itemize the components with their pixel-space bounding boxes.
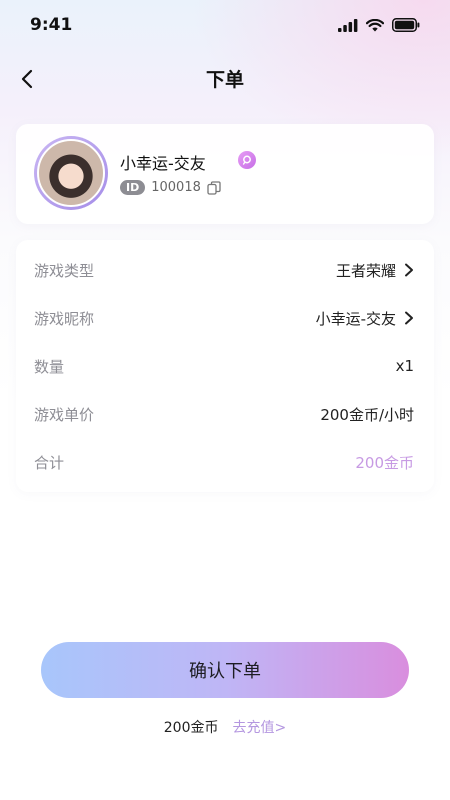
balance-amount: 200金币	[163, 720, 219, 736]
row-label: 数量	[34, 357, 65, 376]
status-icons	[338, 18, 420, 32]
row-value: 小幸运-交友	[316, 308, 414, 329]
avatar[interactable]	[34, 136, 108, 210]
row-game-type[interactable]: 游戏类型 王者荣耀	[16, 246, 434, 294]
chevron-left-icon	[21, 69, 33, 89]
game-type-value: 王者荣耀	[335, 261, 396, 280]
status-bar: 9:41	[0, 0, 450, 50]
row-total: 合计 200金币	[16, 438, 434, 486]
battery-icon	[392, 18, 420, 32]
row-label: 游戏单价	[34, 405, 95, 424]
recharge-link[interactable]: 去充值>	[233, 717, 287, 737]
profile-name: 小幸运-交友	[120, 154, 206, 173]
chevron-right-icon	[405, 311, 413, 325]
quantity-value: x1	[395, 357, 414, 375]
verified-badge-icon	[238, 151, 256, 169]
row-unit-price: 游戏单价 200金币/小时	[16, 390, 434, 438]
avatar-image	[37, 139, 105, 207]
id-tag: ID	[120, 180, 146, 195]
confirm-order-button[interactable]: 确认下单	[41, 642, 409, 698]
row-label: 游戏类型	[34, 261, 95, 280]
row-game-nickname[interactable]: 游戏昵称 小幸运-交友	[16, 294, 434, 342]
row-label: 合计	[34, 453, 65, 472]
row-value: 王者荣耀	[336, 260, 414, 281]
row-label: 游戏昵称	[34, 309, 95, 328]
profile-card: 小幸运-交友 ID 100018	[16, 124, 434, 224]
game-nickname-value: 小幸运-交友	[315, 309, 396, 328]
copy-icon[interactable]	[207, 180, 221, 195]
order-details-card: 游戏类型 王者荣耀 游戏昵称 小幸运-交友 数量 x1 游戏单价 200金币/小…	[16, 240, 434, 492]
nav-bar: 下单	[0, 56, 450, 100]
id-row: ID 100018	[120, 180, 221, 195]
total-value: 200金币	[355, 453, 414, 472]
page-title: 下单	[205, 68, 244, 91]
unit-price-value: 200金币/小时	[320, 405, 414, 424]
status-time: 9:41	[30, 15, 73, 35]
cellular-signal-icon	[338, 18, 358, 32]
wifi-icon	[366, 18, 384, 31]
id-value: 100018	[151, 180, 201, 195]
row-quantity: 数量 x1	[16, 342, 434, 390]
chevron-right-icon	[405, 263, 413, 277]
balance-row: 200金币 去充值>	[0, 716, 450, 738]
back-button[interactable]	[12, 64, 42, 94]
